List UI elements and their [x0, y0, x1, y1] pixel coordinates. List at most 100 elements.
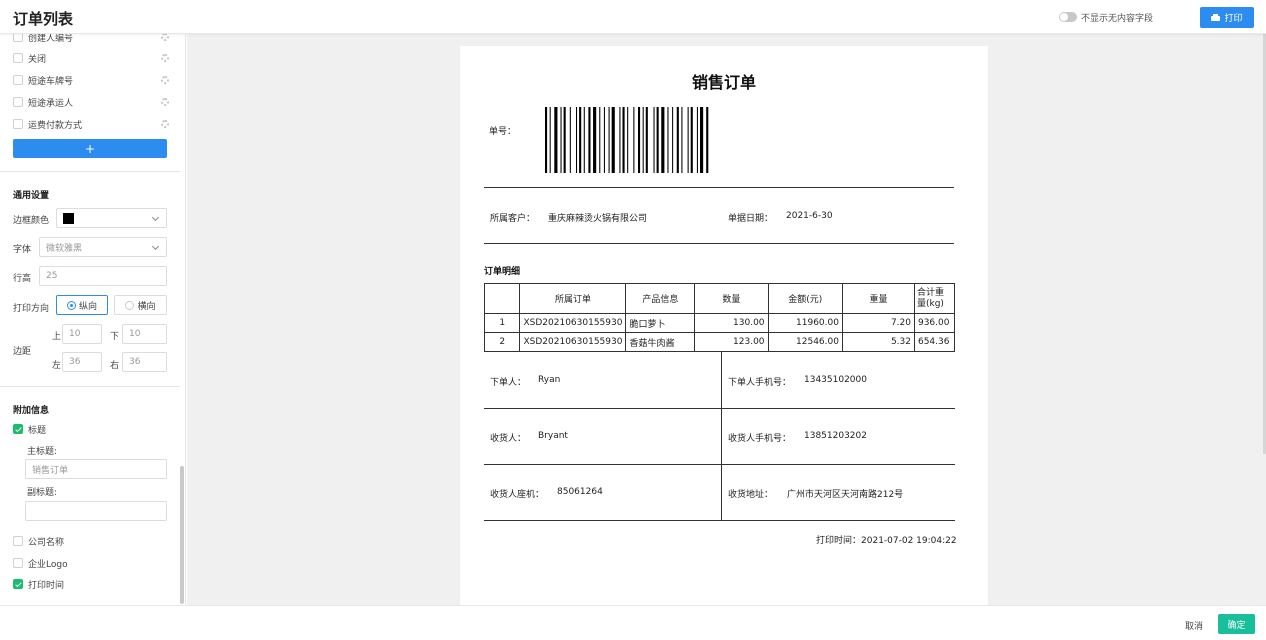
font-select[interactable]: 微软雅黑 [39, 237, 167, 257]
title-checkbox[interactable] [13, 424, 23, 434]
sidebar-scrollbar[interactable] [180, 466, 184, 604]
table-cell: XSD20210630155930 [519, 332, 627, 352]
logo-checkbox[interactable] [13, 558, 23, 568]
barcode-bar [576, 107, 578, 173]
barcode-bar [696, 107, 698, 173]
barcode-bar [681, 107, 683, 173]
print-button[interactable]: 打印 [1200, 7, 1254, 28]
margin-top-input[interactable]: 10 [62, 324, 102, 344]
company-name-toggle[interactable]: 公司名称 [13, 534, 169, 548]
barcode-bar [706, 107, 709, 173]
customer-label: 所属客户： [490, 214, 536, 224]
table-header-row: 所属订单 产品信息 数量 金额(元) 重量 合计重量(kg) [483, 283, 956, 314]
barcode-bar [667, 107, 669, 173]
field-checkbox[interactable] [13, 34, 23, 42]
color-swatch [63, 213, 74, 224]
barcode-bar [603, 107, 605, 173]
main-title-input[interactable]: 销售订单 [25, 459, 167, 479]
border-color-select[interactable] [56, 208, 167, 228]
cancel-button[interactable]: 取消 [1185, 619, 1203, 632]
barcode-bar [554, 107, 558, 173]
extra-info-title: 附加信息 [13, 406, 50, 416]
preview-canvas: 销售订单 单号： 所属客户： 重庆麻辣烫火锅有限公司 单据日期： 2021-6-… [187, 34, 1266, 605]
orderer-label: 下单人： [490, 378, 527, 388]
gear-icon[interactable] [161, 54, 169, 62]
chevron-down-icon [151, 213, 160, 222]
column-header: 重量 [841, 283, 915, 314]
title-checkbox-label: 标题 [28, 425, 47, 436]
barcode-bar [700, 107, 704, 173]
column-header [483, 283, 521, 314]
field-item[interactable]: 短途承运人 [13, 95, 169, 109]
landline-value: 85061264 [557, 487, 603, 497]
print-paper: 销售订单 单号： 所属客户： 重庆麻辣烫火锅有限公司 单据日期： 2021-6-… [460, 46, 988, 605]
settings-sidebar: 创建人编号 关闭 短途车牌号 短途承运人 运费付款方式 + 通用设置 边框颜色 … [0, 34, 186, 605]
portrait-radio[interactable]: 纵向 [56, 295, 108, 315]
orderer-value: Ryan [538, 375, 561, 385]
font-select-value: 微软雅黑 [46, 243, 83, 254]
field-item[interactable]: 运费付款方式 [13, 117, 169, 131]
margin-right-input[interactable]: 36 [122, 352, 167, 372]
print-time-text: 打印时间：2021-07-02 19:04:22 [816, 533, 957, 546]
add-field-button[interactable]: + [13, 139, 167, 158]
table-cell: 123.00 [694, 332, 769, 352]
gear-icon[interactable] [161, 34, 169, 41]
barcode-bar [579, 107, 582, 173]
barcode-bar [656, 107, 659, 173]
column-header: 产品信息 [625, 283, 696, 314]
date-label: 单据日期： [728, 214, 774, 224]
barcode-bar [569, 107, 571, 173]
document-title: 销售订单 [691, 73, 756, 92]
order-no-label: 单号： [489, 127, 517, 137]
field-item[interactable]: 关闭 [13, 51, 169, 65]
column-header: 数量 [694, 283, 769, 314]
field-checkbox[interactable] [13, 119, 23, 129]
field-checkbox[interactable] [13, 75, 23, 85]
company-name-label: 公司名称 [28, 537, 65, 548]
barcode-bar [583, 107, 585, 173]
confirm-button[interactable]: 确定 [1218, 614, 1255, 634]
barcode-bar [633, 107, 635, 173]
row-height-label: 行高 [13, 274, 32, 284]
radio-dot [66, 300, 76, 310]
logo-toggle[interactable]: 企业Logo [13, 556, 169, 570]
landscape-radio[interactable]: 横向 [114, 295, 167, 315]
column-header: 金额(元) [767, 283, 843, 314]
font-label: 字体 [13, 245, 32, 255]
sub-title-input[interactable] [25, 501, 167, 521]
barcode-bar [642, 107, 644, 173]
print-time-checkbox[interactable] [13, 579, 23, 589]
barcode-bar [560, 107, 562, 173]
receiver-phone-label: 收货人手机号： [728, 434, 792, 444]
gear-icon[interactable] [161, 120, 169, 128]
barcode-bar [611, 107, 615, 173]
barcode-bar [690, 107, 693, 173]
field-label: 短途车牌号 [28, 76, 74, 87]
table-cell: 130.00 [694, 313, 769, 333]
row-height-input[interactable]: 25 [39, 266, 167, 286]
margin-left-input[interactable]: 36 [62, 352, 102, 372]
field-checkbox[interactable] [13, 97, 23, 107]
margin-bottom-input[interactable]: 10 [122, 324, 167, 344]
gear-icon[interactable] [161, 98, 169, 106]
gear-icon[interactable] [161, 76, 169, 84]
order-detail-table: 所属订单 产品信息 数量 金额(元) 重量 合计重量(kg) 1 XSD2021… [483, 283, 956, 352]
barcode-bar [627, 107, 629, 173]
field-item[interactable]: 短途车牌号 [13, 73, 169, 87]
title-toggle[interactable]: 标题 [13, 422, 169, 436]
main-title-label: 主标题: [27, 447, 58, 457]
general-settings-title: 通用设置 [13, 191, 50, 201]
table-cell: 5.32 [841, 332, 915, 352]
company-name-checkbox[interactable] [13, 536, 23, 546]
dialog-footer: 取消 确定 [0, 605, 1266, 640]
barcode-bar [653, 107, 655, 173]
print-time-toggle[interactable]: 打印时间 [13, 577, 169, 591]
divider-line [484, 243, 954, 244]
hide-empty-toggle[interactable] [1059, 12, 1077, 22]
margin-top-label: 上 [52, 332, 62, 342]
printer-icon [1211, 13, 1221, 22]
field-checkbox[interactable] [13, 53, 23, 63]
divider [0, 171, 180, 172]
field-item[interactable]: 创建人编号 [13, 34, 169, 44]
barcode-bar [549, 107, 551, 173]
